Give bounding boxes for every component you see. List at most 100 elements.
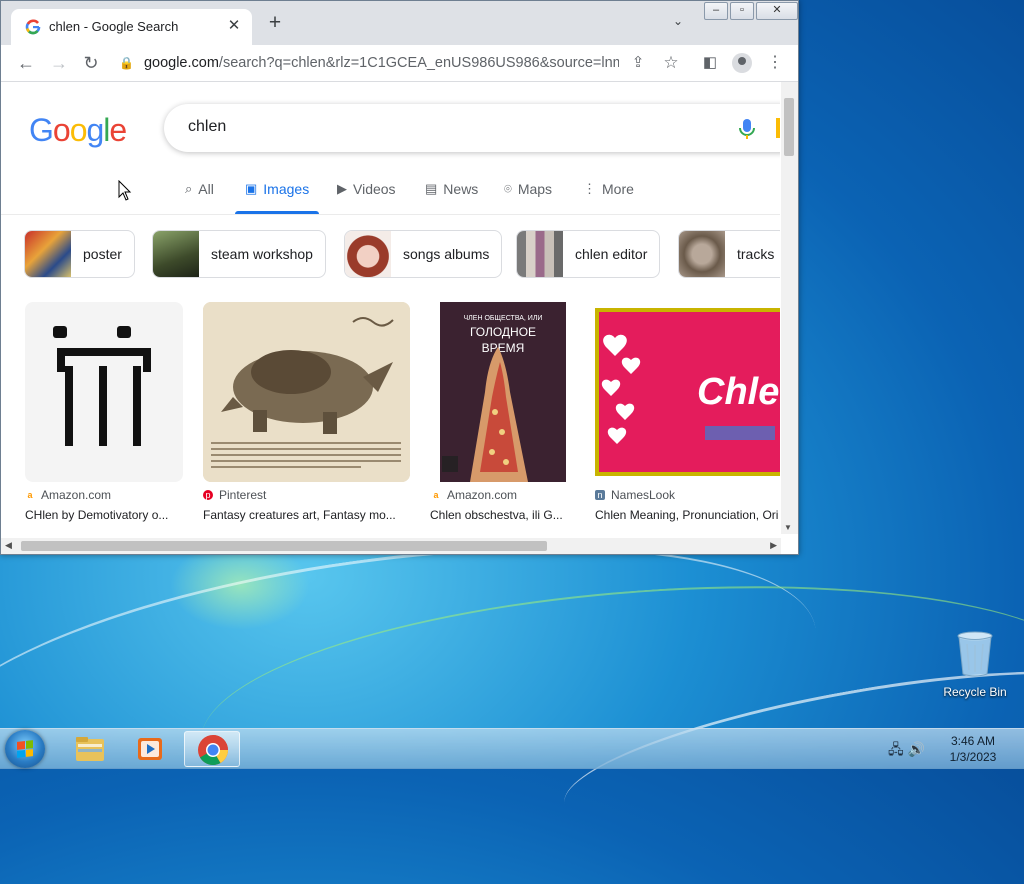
address-bar[interactable]: 🔒 google.com/search?q=chlen&rlz=1C1GCEA_e… xyxy=(119,51,619,75)
image-icon: ▣ xyxy=(245,181,258,196)
profile-avatar[interactable] xyxy=(732,53,752,73)
taskbar-chrome-button[interactable] xyxy=(184,731,240,767)
tab-maps[interactable]: ⌾ Maps xyxy=(504,181,552,214)
maximize-button[interactable]: ▫ xyxy=(730,2,754,20)
map-pin-icon: ⌾ xyxy=(504,181,512,196)
result-source[interactable]: n NamesLook xyxy=(595,488,675,502)
tab-label: News xyxy=(443,181,479,197)
chip-steam-workshop[interactable]: steam workshop xyxy=(152,230,326,278)
browser-toolbar: ← → ↻ 🔒 google.com/search?q=chlen&rlz=1C1… xyxy=(1,45,798,82)
chip-thumbnail xyxy=(517,231,563,277)
scroll-down-arrow-icon[interactable]: ▼ xyxy=(784,523,792,532)
minimize-button[interactable]: – xyxy=(704,2,728,20)
amazon-icon: a xyxy=(433,490,439,500)
chip-poster[interactable]: poster xyxy=(24,230,135,278)
nameslook-card-image: Chlen xyxy=(595,308,780,476)
tab-videos[interactable]: ▶ Videos xyxy=(337,181,396,214)
tab-title: chlen - Google Search xyxy=(49,19,179,34)
fantasy-creature-image xyxy=(203,302,410,482)
taskbar: 🖧 🔊 3:46 AM 1/3/2023 xyxy=(0,728,1024,769)
result-image[interactable]: ЧЛЕН ОБЩЕСТВА, ИЛИ ГОЛОДНОЕ ВРЕМЯ xyxy=(440,302,566,482)
tab-search-chevron-icon[interactable]: ⌄ xyxy=(673,14,683,28)
media-player-icon xyxy=(138,738,162,760)
chip-songs-albums[interactable]: songs albums xyxy=(344,230,503,278)
recycle-bin-desktop-icon[interactable]: Recycle Bin xyxy=(942,630,1008,699)
taskbar-explorer-button[interactable] xyxy=(62,731,118,767)
page-content: Google ⌕ All ▣ Images ▶ Videos ▤ News xyxy=(1,82,780,538)
nameslook-icon: n xyxy=(595,490,605,500)
url-host: google.com xyxy=(143,55,219,71)
result-caption[interactable]: Fantasy creatures art, Fantasy mo... xyxy=(203,508,410,522)
tab-label: Videos xyxy=(353,181,396,197)
result-source[interactable]: p Pinterest xyxy=(203,488,266,502)
book-title-line1: ГОЛОДНОЕ xyxy=(470,325,536,339)
search-icon: ⌕ xyxy=(185,181,193,196)
tab-label: Images xyxy=(263,181,310,197)
tab-label: More xyxy=(602,181,634,197)
chip-label: tracks xyxy=(737,246,775,262)
video-icon: ▶ xyxy=(337,181,347,196)
result-image[interactable]: Chlen xyxy=(595,308,780,476)
windows-logo-icon xyxy=(17,740,33,758)
result-source[interactable]: a Amazon.com xyxy=(431,488,517,502)
result-source[interactable]: a Amazon.com xyxy=(25,488,111,502)
network-icon[interactable]: 🖧 xyxy=(888,741,904,757)
chip-thumbnail xyxy=(25,231,71,277)
tab-strip: chlen - Google Search ✕ + ⌄ – ▫ ✕ xyxy=(1,1,798,45)
chip-chlen-editor[interactable]: chlen editor xyxy=(516,230,661,278)
lens-icon[interactable] xyxy=(776,118,780,138)
search-box xyxy=(164,104,780,152)
result-caption[interactable]: Chlen obschestva, ili G... xyxy=(430,508,580,522)
chrome-icon xyxy=(198,735,228,766)
chip-thumbnail xyxy=(345,231,391,277)
menu-kebab-icon[interactable]: ⋮ xyxy=(764,52,786,74)
search-input[interactable] xyxy=(186,117,690,137)
volume-icon[interactable]: 🔊 xyxy=(908,741,925,757)
lock-icon: 🔒 xyxy=(119,56,134,70)
forward-arrow-icon[interactable]: → xyxy=(48,52,70,74)
scroll-left-arrow-icon[interactable]: ◀ xyxy=(5,540,12,551)
tab-more[interactable]: ⋮ More xyxy=(583,181,634,214)
source-label: NamesLook xyxy=(611,488,676,502)
folder-icon xyxy=(76,737,104,761)
bookmark-star-icon[interactable]: ☆ xyxy=(660,52,682,74)
tab-label: Maps xyxy=(517,181,553,197)
reload-icon[interactable]: ↻ xyxy=(80,52,102,74)
result-image[interactable] xyxy=(25,302,183,482)
start-button[interactable] xyxy=(5,730,45,768)
scroll-right-arrow-icon[interactable]: ▶ xyxy=(770,540,777,551)
horizontal-scrollbar[interactable]: ◀ ▶ xyxy=(1,538,781,554)
more-vert-icon: ⋮ xyxy=(583,181,596,196)
result-caption[interactable]: CHlen by Demotivatory o... xyxy=(25,508,183,522)
share-icon[interactable]: ⇪ xyxy=(627,52,649,74)
taskbar-media-player-button[interactable] xyxy=(122,731,178,767)
book-title-line2: ВРЕМЯ xyxy=(482,341,525,355)
tab-label: All xyxy=(198,181,214,197)
close-tab-icon[interactable]: ✕ xyxy=(224,16,244,34)
chip-label: steam workshop xyxy=(211,246,313,262)
new-tab-button[interactable]: + xyxy=(264,12,286,34)
book-cover-image: ЧЛЕН ОБЩЕСТВА, ИЛИ ГОЛОДНОЕ ВРЕМЯ xyxy=(440,302,566,482)
vertical-scrollbar[interactable]: ▼ xyxy=(781,82,798,534)
back-arrow-icon[interactable]: ← xyxy=(15,52,37,74)
google-logo[interactable]: Google xyxy=(29,112,127,149)
source-label: Pinterest xyxy=(219,488,267,502)
result-caption[interactable]: Chlen Meaning, Pronunciation, Ori xyxy=(595,508,780,522)
scrollbar-thumb[interactable] xyxy=(21,541,547,551)
news-icon: ▤ xyxy=(425,181,438,196)
result-image[interactable] xyxy=(203,302,410,482)
clock-date: 1/3/2023 xyxy=(949,750,997,764)
source-label: Amazon.com xyxy=(447,488,518,502)
microphone-icon[interactable] xyxy=(737,118,757,140)
system-tray: 🖧 🔊 xyxy=(888,739,925,763)
browser-tab[interactable]: chlen - Google Search ✕ xyxy=(11,9,252,45)
chip-tracks[interactable]: tracks xyxy=(678,230,780,278)
taskbar-clock[interactable]: 3:46 AM 1/3/2023 xyxy=(940,733,1006,765)
chip-label: poster xyxy=(83,246,122,262)
side-panel-icon[interactable]: ◧ xyxy=(699,52,721,74)
close-window-button[interactable]: ✕ xyxy=(756,2,798,20)
scrollbar-thumb[interactable] xyxy=(784,98,794,156)
tab-news[interactable]: ▤ News xyxy=(425,181,478,214)
tab-all[interactable]: ⌕ All xyxy=(185,181,214,214)
tab-images[interactable]: ▣ Images xyxy=(234,181,320,214)
